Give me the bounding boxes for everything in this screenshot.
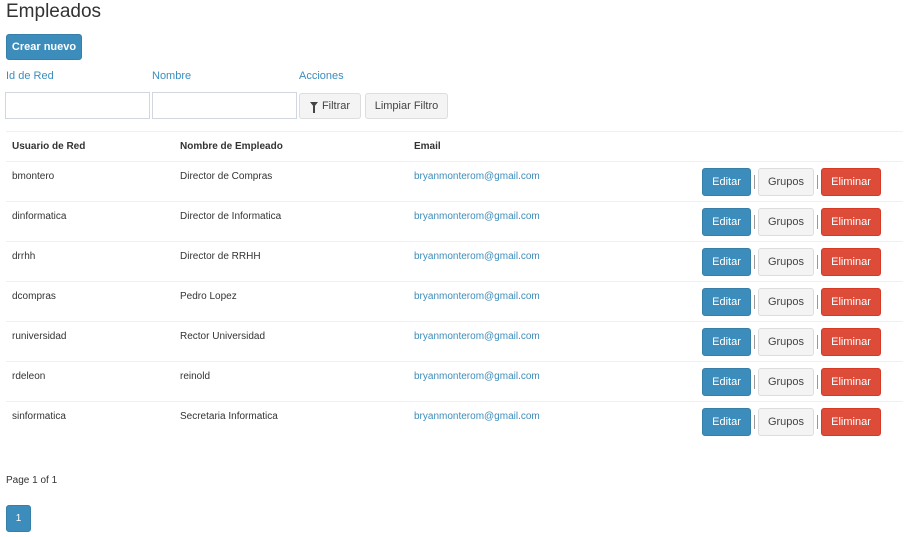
table-row: rdeleon reinold bryanmonterom@gmail.com Edi…: [6, 361, 903, 402]
cell-network-user: dcompras: [6, 281, 174, 322]
groups-button[interactable]: Grupos: [758, 207, 814, 236]
filter-button[interactable]: Filtrar: [299, 93, 361, 119]
cell-actions: Editar Grupos Eliminar: [608, 161, 903, 202]
cell-actions: Editar Grupos Eliminar: [608, 241, 903, 282]
action-separator: [754, 174, 755, 189]
table-row: dcompras Pedro Lopez bryanmonterom@gmail.c…: [6, 281, 903, 322]
edit-button[interactable]: Editar: [702, 167, 751, 196]
cell-actions: Editar Grupos Eliminar: [608, 361, 903, 402]
action-separator: [817, 254, 818, 269]
edit-button[interactable]: Editar: [702, 407, 751, 436]
groups-button[interactable]: Grupos: [758, 287, 814, 316]
action-separator: [817, 174, 818, 189]
column-header-actions: [608, 131, 903, 162]
table-row: sinformatica Secretaria Informatica bryanm…: [6, 401, 903, 442]
table-row: bmontero Director de Compras bryanmonterom…: [6, 161, 903, 202]
cell-employee-name: Director de Compras: [174, 161, 408, 202]
table-row: dinformatica Director de Informatica bryan…: [6, 201, 903, 242]
clear-filter-button[interactable]: Limpiar Filtro: [365, 93, 448, 119]
table-header-row: Usuario de Red Nombre de Empleado Email: [6, 131, 903, 162]
cell-actions: Editar Grupos Eliminar: [608, 201, 903, 242]
column-header-email: Email: [408, 131, 608, 162]
page-title: Empleados: [6, 1, 102, 22]
delete-button[interactable]: Eliminar: [821, 167, 881, 196]
edit-button[interactable]: Editar: [702, 247, 751, 276]
cell-email: bryanmonterom@gmail.com: [408, 281, 608, 322]
action-separator: [754, 294, 755, 309]
action-separator: [754, 214, 755, 229]
filter-button-label: Filtrar: [321, 100, 351, 112]
action-separator: [817, 334, 818, 349]
action-separator: [754, 414, 755, 429]
create-new-button[interactable]: Crear nuevo: [6, 34, 82, 60]
edit-button[interactable]: Editar: [702, 327, 751, 356]
cell-network-user: runiversidad: [6, 321, 174, 362]
cell-email: bryanmonterom@gmail.com: [408, 161, 608, 202]
filter-label-name: Nombre: [152, 70, 192, 82]
action-separator: [817, 294, 818, 309]
edit-button[interactable]: Editar: [702, 287, 751, 316]
filter-label-actions: Acciones: [299, 70, 344, 82]
delete-button[interactable]: Eliminar: [821, 407, 881, 436]
action-separator: [754, 334, 755, 349]
delete-button[interactable]: Eliminar: [821, 207, 881, 236]
table-row: runiversidad Rector Universidad bryanmonte…: [6, 321, 903, 362]
cell-email: bryanmonterom@gmail.com: [408, 201, 608, 242]
cell-actions: Editar Grupos Eliminar: [608, 401, 903, 442]
groups-button[interactable]: Grupos: [758, 407, 814, 436]
cell-employee-name: Rector Universidad: [174, 321, 408, 362]
action-separator: [754, 254, 755, 269]
cell-network-user: sinformatica: [6, 401, 174, 442]
cell-email: bryanmonterom@gmail.com: [408, 401, 608, 442]
edit-button[interactable]: Editar: [702, 207, 751, 236]
delete-button[interactable]: Eliminar: [821, 247, 881, 276]
cell-employee-name: Director de RRHH: [174, 241, 408, 282]
column-header-employee-name: Nombre de Empleado: [174, 131, 408, 162]
cell-employee-name: Secretaria Informatica: [174, 401, 408, 442]
funnel-icon: [309, 101, 318, 113]
groups-button[interactable]: Grupos: [758, 247, 814, 276]
cell-employee-name: reinold: [174, 361, 408, 402]
cell-email: bryanmonterom@gmail.com: [408, 321, 608, 362]
column-header-network-user: Usuario de Red: [6, 131, 174, 162]
cell-email: bryanmonterom@gmail.com: [408, 241, 608, 282]
cell-actions: Editar Grupos Eliminar: [608, 281, 903, 322]
action-separator: [754, 374, 755, 389]
cell-actions: Editar Grupos Eliminar: [608, 321, 903, 362]
table-row: drrhh Director de RRHH bryanmonterom@gmail…: [6, 241, 903, 282]
groups-button[interactable]: Grupos: [758, 167, 814, 196]
name-filter-input[interactable]: [152, 92, 297, 119]
cell-network-user: drrhh: [6, 241, 174, 282]
cell-email: bryanmonterom@gmail.com: [408, 361, 608, 402]
employees-table: Usuario de Red Nombre de Empleado Email …: [6, 131, 903, 442]
filter-label-network-id: Id de Red: [6, 70, 54, 82]
delete-button[interactable]: Eliminar: [821, 367, 881, 396]
edit-button[interactable]: Editar: [702, 367, 751, 396]
pagination-summary: Page 1 of 1: [6, 475, 58, 486]
groups-button[interactable]: Grupos: [758, 367, 814, 396]
network-id-filter-input[interactable]: [5, 92, 150, 119]
action-separator: [817, 374, 818, 389]
cell-network-user: rdeleon: [6, 361, 174, 402]
action-separator: [817, 414, 818, 429]
cell-employee-name: Pedro Lopez: [174, 281, 408, 322]
cell-employee-name: Director de Informatica: [174, 201, 408, 242]
cell-network-user: dinformatica: [6, 201, 174, 242]
page-1-button[interactable]: 1: [6, 505, 31, 532]
delete-button[interactable]: Eliminar: [821, 287, 881, 316]
delete-button[interactable]: Eliminar: [821, 327, 881, 356]
action-separator: [817, 214, 818, 229]
cell-network-user: bmontero: [6, 161, 174, 202]
groups-button[interactable]: Grupos: [758, 327, 814, 356]
